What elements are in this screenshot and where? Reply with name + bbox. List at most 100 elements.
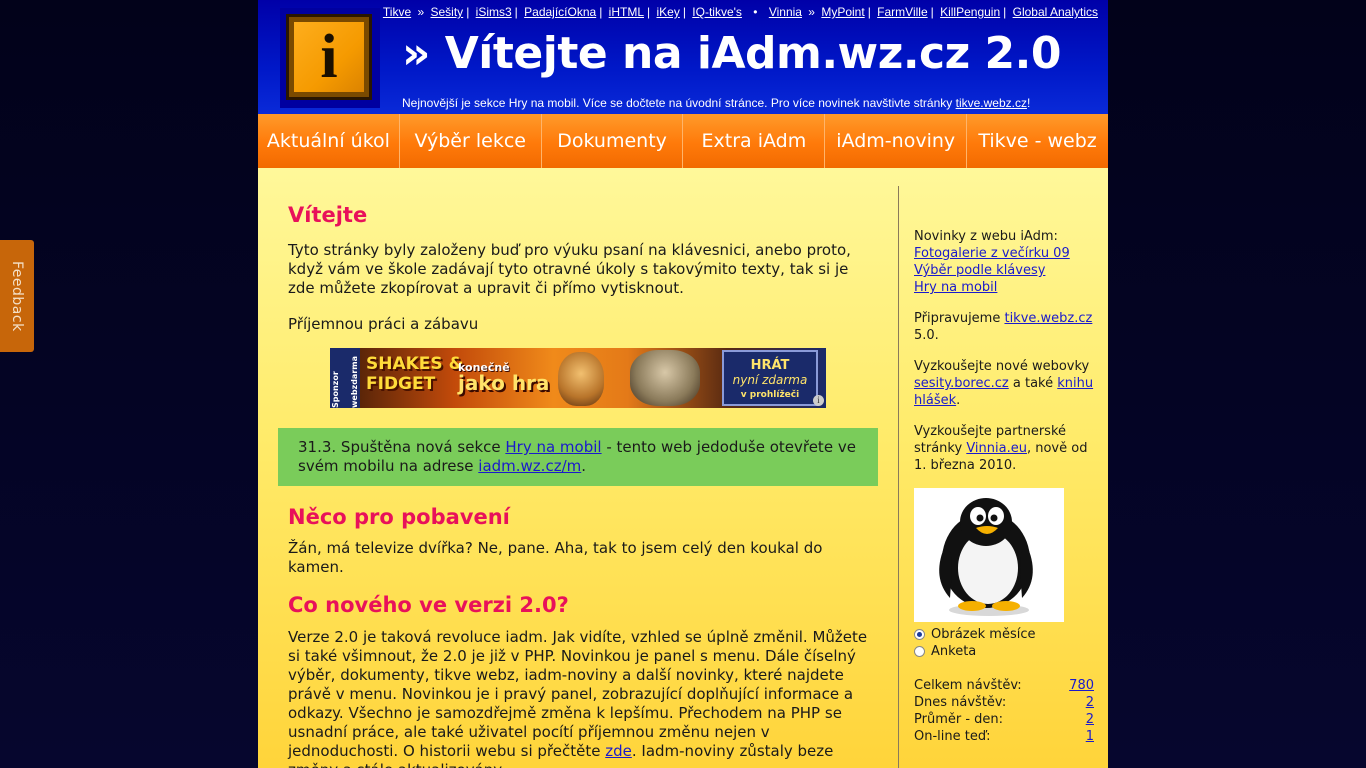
feedback-tab[interactable]: Feedback	[0, 240, 34, 352]
stat-value-dnes[interactable]: 2	[1086, 694, 1094, 711]
toplink-tikve[interactable]: Tikve	[383, 5, 411, 19]
sidebar-prepare-text: Připravujeme	[914, 311, 1005, 326]
toplink-farmville[interactable]: FarmVille	[877, 5, 927, 19]
header: i Tikve » Sešity | iSims3 | PadajícíOkna | …	[258, 0, 1108, 114]
banner-logo-line2: FIDGET	[366, 374, 436, 394]
site-title: » Vítejte na iAdm.wz.cz 2.0	[402, 28, 1061, 79]
welcome-heading: Vítejte	[288, 203, 368, 227]
stat-row-online: On-line teď: 1	[914, 728, 1094, 745]
stat-row-celkem: Celkem návštěv: 780	[914, 677, 1094, 694]
feedback-label: Feedback	[9, 260, 25, 332]
menu-item-extra-iadm[interactable]: Extra iAdm	[683, 114, 826, 168]
stat-value-online[interactable]: 1	[1086, 728, 1094, 745]
banner-btn-line3: v prohlížeči	[740, 390, 800, 400]
subtitle-end: !	[1026, 96, 1031, 110]
toplink-bullet: •	[753, 5, 758, 19]
sidebar-try-end: .	[956, 393, 961, 408]
new-heading: Co nového ve verzi 2.0?	[288, 593, 569, 617]
info-icon[interactable]: i	[813, 395, 824, 406]
subtitle-link-tikve[interactable]: tikve.webz.cz	[956, 96, 1027, 110]
sidebar-news-link-vyber[interactable]: Výběr podle klávesy	[914, 263, 1045, 278]
sidebar-try-link-sesity[interactable]: sesity.borec.cz	[914, 376, 1009, 391]
toplink-mypoint[interactable]: MyPoint	[821, 5, 864, 19]
banner-logo: SHAKES & FIDGET	[366, 354, 463, 394]
toplink-iq-tikves[interactable]: IQ-tikve's	[692, 5, 742, 19]
toplink-arrow: »	[417, 5, 425, 19]
subtitle-text: Nejnovější je sekce Hry na mobil. Více s…	[402, 96, 956, 110]
penguin-image	[914, 488, 1064, 622]
penguin-icon	[939, 498, 1033, 616]
sidebar: Novinky z webu iAdm: Fotogalerie z večír…	[914, 228, 1094, 745]
welcome-text: Tyto stránky byly založeny buď pro výuku…	[288, 241, 851, 297]
notice-prefix: 31.3. Spuštěna nová sekce	[298, 438, 506, 456]
banner-big-text: jako hra	[458, 371, 550, 395]
stat-label-online: On-line teď:	[914, 729, 991, 744]
banner-btn-line2: nyní zdarma	[732, 373, 808, 387]
banner-character-image-2	[630, 350, 700, 406]
menu-item-aktualni-ukol[interactable]: Aktuální úkol	[258, 114, 400, 168]
radio-obrazek-mesice[interactable]	[914, 629, 925, 640]
stat-label-dnes: Dnes návštěv:	[914, 695, 1007, 710]
sidebar-prepare-link[interactable]: tikve.webz.cz	[1004, 311, 1092, 326]
toplink-padajiciokna[interactable]: PadajícíOkna	[524, 5, 596, 19]
fun-heading: Něco pro pobavení	[288, 505, 510, 529]
menu-item-dokumenty[interactable]: Dokumenty	[542, 114, 684, 168]
notice-suffix: .	[581, 457, 587, 475]
sidebar-prepare-end: 5.0.	[914, 328, 939, 343]
toplink-ihtml[interactable]: iHTML	[609, 5, 644, 19]
sidebar-radio-group: Obrázek měsíce Anketa	[914, 626, 1094, 660]
menu-item-vyber-lekce[interactable]: Výběr lekce	[400, 114, 542, 168]
sidebar-image-wrap	[914, 488, 1094, 624]
radio-anketa[interactable]	[914, 646, 925, 657]
main-lower: Něco pro pobavení Žán, má televize dvířk…	[288, 505, 878, 768]
radio-label-obrazek: Obrázek měsíce	[931, 627, 1036, 642]
top-links: Tikve » Sešity | iSims3 | PadajícíOkna | iH…	[382, 5, 1098, 19]
ad-banner[interactable]: Sponzor webzdarma SHAKES & FIDGET konečn…	[330, 348, 826, 408]
notice-box: 31.3. Spuštěna nová sekce Hry na mobil -…	[278, 428, 878, 486]
toplink-arrow-2: »	[808, 5, 815, 19]
stat-value-prumer[interactable]: 2	[1086, 711, 1094, 728]
stat-label-celkem: Celkem návštěv:	[914, 678, 1022, 693]
toplink-killpenguin[interactable]: KillPenguin	[940, 5, 1000, 19]
stat-value-celkem[interactable]: 780	[1069, 677, 1094, 694]
banner-sponsor-side: Sponzor webzdarma	[330, 348, 360, 408]
sidebar-partner: Vyzkoušejte partnerské stránky Vinnia.eu…	[914, 423, 1094, 474]
history-link[interactable]: zde	[605, 742, 632, 760]
logo-letter: i	[320, 23, 338, 91]
radio-row-anketa[interactable]: Anketa	[914, 643, 1094, 660]
sidebar-try-mid: a také	[1008, 376, 1058, 391]
toplink-sesity[interactable]: Sešity	[431, 5, 464, 19]
toplink-ikey[interactable]: iKey	[656, 5, 679, 19]
toplink-isims3[interactable]: iSims3	[476, 5, 512, 19]
sidebar-stats: Celkem návštěv: 780 Dnes návštěv: 2 Prům…	[914, 677, 1094, 745]
stat-row-prumer: Průměr - den: 2	[914, 711, 1094, 728]
stat-label-prumer: Průměr - den:	[914, 712, 1004, 727]
stat-row-dnes: Dnes návštěv: 2	[914, 694, 1094, 711]
site-container: i Tikve » Sešity | iSims3 | PadajícíOkna | …	[258, 0, 1108, 768]
toplink-vinnia[interactable]: Vinnia	[769, 5, 802, 19]
enjoy-text: Příjemnou práci a zábavu	[288, 315, 479, 333]
menu-item-tikve-webz[interactable]: Tikve - webz	[967, 114, 1108, 168]
sidebar-news-link-fotogalerie[interactable]: Fotogalerie z večírku 09	[914, 246, 1070, 261]
column-divider	[898, 186, 899, 768]
notice-link-mobile-url[interactable]: iadm.wz.cz/m	[478, 457, 581, 475]
info-logo-icon: i	[286, 14, 372, 100]
sidebar-try: Vyzkoušejte nové webovky sesity.borec.cz…	[914, 358, 1094, 409]
sidebar-partner-link[interactable]: Vinnia.eu	[966, 441, 1027, 456]
fun-text: Žán, má televize dvířka? Ne, pane. Aha, …	[288, 539, 823, 576]
header-subtitle: Nejnovější je sekce Hry na mobil. Více s…	[402, 96, 1030, 110]
banner-btn-line1: HRÁT	[750, 358, 790, 373]
sidebar-news-link-hry[interactable]: Hry na mobil	[914, 280, 997, 295]
main-menu: Aktuální úkol Výběr lekce Dokumenty Extr…	[258, 114, 1108, 168]
radio-label-anketa: Anketa	[931, 644, 977, 659]
toplink-global-analytics[interactable]: Global Analytics	[1013, 5, 1098, 19]
banner-play-button[interactable]: HRÁT nyní zdarma v prohlížeči	[722, 350, 818, 406]
content-area: Vítejte Tyto stránky byly založeny buď p…	[258, 168, 1108, 768]
logo[interactable]: i	[280, 8, 380, 108]
new-text-body: Verze 2.0 je taková revoluce iadm. Jak v…	[288, 628, 868, 760]
banner-logo-line1: SHAKES &	[366, 354, 464, 374]
notice-link-hry-na-mobil[interactable]: Hry na mobil	[505, 438, 601, 456]
menu-item-iadm-noviny[interactable]: iAdm-noviny	[825, 114, 968, 168]
radio-row-obrazek[interactable]: Obrázek měsíce	[914, 626, 1094, 643]
new-text: Verze 2.0 je taková revoluce iadm. Jak v…	[288, 628, 878, 768]
